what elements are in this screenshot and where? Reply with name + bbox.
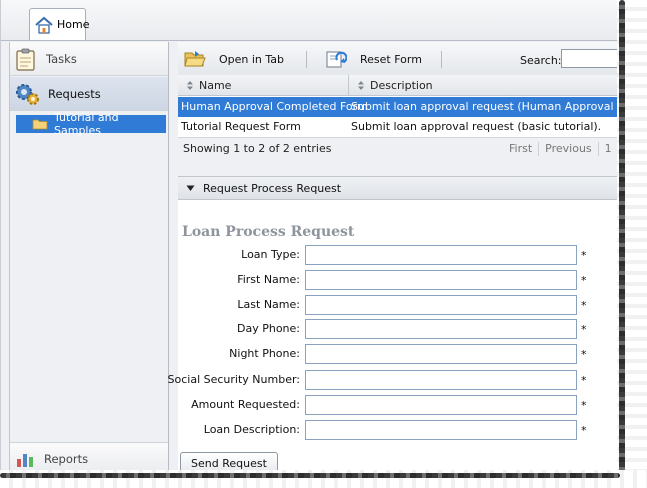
- required-mark: *: [581, 274, 587, 287]
- top-tab-bar: Home: [1, 0, 618, 41]
- column-header-description[interactable]: Description: [357, 75, 433, 95]
- pager: First Previous 1: [507, 142, 614, 156]
- field-label: Loan Description:: [203, 423, 300, 436]
- required-mark: *: [581, 323, 587, 336]
- main-content: Open in Tab Reset Form Search: Name Desc…: [168, 42, 618, 470]
- first-name-input[interactable]: [305, 270, 577, 290]
- grid-footer: Showing 1 to 2 of 2 entries First Previo…: [178, 137, 618, 161]
- column-header-label: Description: [370, 78, 433, 92]
- torn-edge-bottom: [0, 470, 647, 488]
- search-input[interactable]: [561, 49, 618, 68]
- search-label: Search:: [520, 54, 562, 67]
- column-header-name[interactable]: Name: [186, 75, 231, 95]
- toolbar-divider: [306, 51, 307, 68]
- pager-first[interactable]: First: [507, 142, 534, 156]
- form-row-loan-type: Loan Type: *: [178, 245, 618, 265]
- entries-info: Showing 1 to 2 of 2 entries: [183, 142, 332, 155]
- request-panel-header[interactable]: Request Process Request: [178, 176, 618, 200]
- cell-name: Tutorial Request Form: [181, 120, 301, 133]
- folder-open-icon: [184, 51, 206, 67]
- reset-form-label: Reset Form: [360, 52, 422, 66]
- form-row-ssn: Social Security Number: *: [168, 370, 618, 390]
- toolbar-divider: [441, 51, 442, 68]
- torn-edge-right: [617, 0, 647, 488]
- sidebar-item-requests[interactable]: Requests: [10, 77, 168, 111]
- loan-type-input[interactable]: [305, 245, 577, 265]
- open-in-tab-label: Open in Tab: [219, 52, 285, 66]
- cell-description: Submit loan approval request (Human Appr…: [351, 100, 618, 113]
- tab-home-label: Home: [57, 18, 90, 31]
- cell-name: Human Approval Completed Form: [181, 100, 368, 113]
- toolbar: Open in Tab Reset Form Search:: [178, 42, 618, 76]
- day-phone-input[interactable]: [305, 319, 577, 339]
- pager-divider: [597, 142, 599, 156]
- pager-page[interactable]: 1: [603, 142, 614, 156]
- tree-item-tutorial-and-samples[interactable]: Tutorial and Samples: [16, 111, 166, 137]
- pager-previous[interactable]: Previous: [543, 142, 594, 156]
- field-label: First Name:: [237, 273, 300, 286]
- send-request-button[interactable]: Send Request: [180, 452, 278, 470]
- reset-form-button[interactable]: Reset Form: [325, 49, 422, 69]
- grid-header: Name Description: [178, 75, 618, 96]
- column-divider[interactable]: [348, 75, 349, 95]
- folder-icon: [32, 119, 48, 130]
- clipboard-icon: [16, 48, 35, 71]
- required-mark: *: [581, 348, 587, 361]
- form-row-loan-description: Loan Description: *: [178, 420, 618, 440]
- app-window: Home Tasks Requests Tutorial and Samples…: [0, 0, 618, 470]
- open-in-tab-button[interactable]: Open in Tab: [184, 49, 284, 69]
- field-label: Social Security Number:: [167, 373, 300, 386]
- gears-icon: [16, 83, 39, 105]
- collapse-triangle-icon: [186, 185, 195, 191]
- sort-icon: [358, 80, 364, 90]
- form-row-last-name: Last Name: *: [178, 295, 618, 315]
- request-panel-title: Request Process Request: [203, 181, 342, 195]
- amount-requested-input[interactable]: [305, 395, 577, 415]
- required-mark: *: [581, 299, 587, 312]
- sidebar: Tasks Requests Tutorial and Samples Repo…: [9, 42, 169, 470]
- bar-chart-icon: [17, 454, 33, 467]
- required-mark: *: [581, 424, 587, 437]
- loan-description-input[interactable]: [305, 420, 577, 440]
- sidebar-item-reports-label: Reports: [44, 452, 89, 466]
- form-row-day-phone: Day Phone: *: [178, 319, 618, 339]
- required-mark: *: [581, 249, 587, 262]
- night-phone-input[interactable]: [305, 344, 577, 364]
- table-row-selected[interactable]: Human Approval Completed Form Submit loa…: [178, 97, 618, 117]
- field-label: Night Phone:: [229, 347, 300, 360]
- last-name-input[interactable]: [305, 295, 577, 315]
- ssn-input[interactable]: [305, 370, 577, 390]
- sidebar-item-requests-label: Requests: [48, 86, 101, 101]
- field-label: Last Name:: [237, 298, 300, 311]
- table-row[interactable]: Tutorial Request Form Submit loan approv…: [178, 117, 618, 137]
- sidebar-item-tasks[interactable]: Tasks: [10, 42, 168, 76]
- sort-icon: [187, 80, 193, 90]
- sidebar-item-tasks-label: Tasks: [46, 51, 77, 66]
- reset-form-icon: [326, 51, 347, 68]
- form-row-first-name: First Name: *: [178, 270, 618, 290]
- tree-item-label: Tutorial and Samples: [54, 111, 119, 137]
- column-header-label: Name: [199, 78, 232, 92]
- form-title: Loan Process Request: [182, 224, 355, 240]
- sidebar-item-reports[interactable]: Reports: [10, 442, 168, 470]
- cell-description: Submit loan approval request (basic tuto…: [351, 120, 602, 133]
- form-row-amount-requested: Amount Requested: *: [178, 395, 618, 415]
- home-icon: [35, 16, 53, 34]
- field-label: Loan Type:: [241, 248, 300, 261]
- field-label: Amount Requested:: [191, 398, 300, 411]
- form-row-night-phone: Night Phone: *: [178, 344, 618, 364]
- required-mark: *: [581, 374, 587, 387]
- pager-divider: [538, 142, 540, 156]
- tab-home[interactable]: Home: [29, 8, 90, 40]
- field-label: Day Phone:: [237, 322, 300, 335]
- required-mark: *: [581, 399, 587, 412]
- panel-spacer: [178, 160, 618, 176]
